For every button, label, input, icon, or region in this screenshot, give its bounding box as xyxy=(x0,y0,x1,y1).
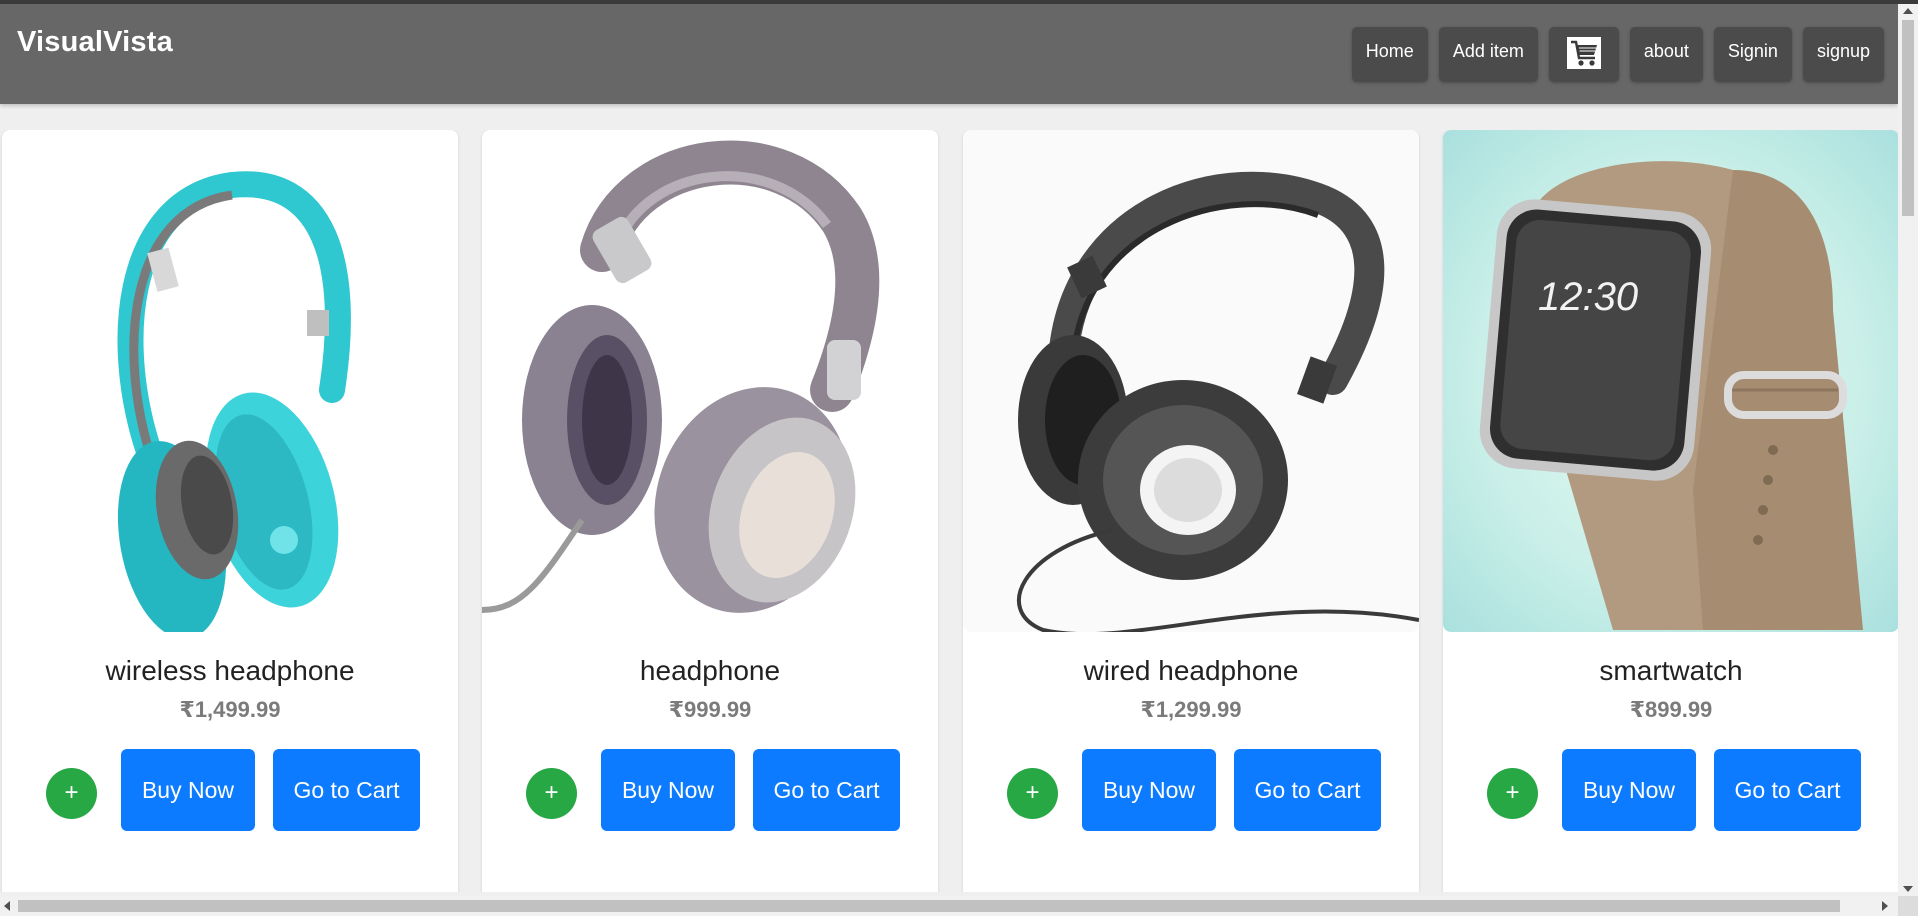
add-quantity-button[interactable]: + xyxy=(1487,768,1538,819)
product-title: headphone xyxy=(639,655,781,686)
go-to-cart-button[interactable]: Go to Cart xyxy=(1714,749,1861,831)
product-card: wireless headphone ₹1,499.99 + Buy Now G… xyxy=(2,130,458,892)
buy-now-button[interactable]: Buy Now xyxy=(1562,749,1696,831)
product-price: ₹1,499.99 xyxy=(179,697,281,722)
nav-menu: Home Add item about Signin signup xyxy=(1351,27,1884,82)
scroll-up-arrow-icon[interactable] xyxy=(1903,8,1913,14)
nav-cart-button[interactable] xyxy=(1548,27,1619,82)
nav-home-button[interactable]: Home xyxy=(1351,27,1428,82)
go-to-cart-button[interactable]: Go to Cart xyxy=(273,749,420,831)
product-title: smartwatch xyxy=(1599,655,1743,686)
go-to-cart-button[interactable]: Go to Cart xyxy=(753,749,900,831)
scroll-left-arrow-icon[interactable] xyxy=(4,901,10,911)
horizontal-scroll-thumb[interactable] xyxy=(18,900,1840,912)
buy-now-button[interactable]: Buy Now xyxy=(601,749,735,831)
product-image-wireless-headphone[interactable] xyxy=(2,130,458,632)
product-price: ₹899.99 xyxy=(1629,697,1713,722)
product-card: headphone ₹999.99 + Buy Now Go to Cart xyxy=(482,130,938,892)
buy-now-button[interactable]: Buy Now xyxy=(121,749,255,831)
product-card: wired headphone ₹1,299.99 + Buy Now Go t… xyxy=(963,130,1419,892)
product-card: 12:30 smartwatch ₹899.99 + Buy Now Go to… xyxy=(1443,130,1898,892)
product-title: wireless headphone xyxy=(105,655,355,686)
nav-signup-button[interactable]: signup xyxy=(1802,27,1884,82)
go-to-cart-button[interactable]: Go to Cart xyxy=(1234,749,1381,831)
scroll-down-arrow-icon[interactable] xyxy=(1903,886,1913,892)
add-quantity-button[interactable]: + xyxy=(526,768,577,819)
product-price: ₹999.99 xyxy=(668,697,752,722)
vertical-scroll-thumb[interactable] xyxy=(1902,20,1914,216)
product-image-headphone[interactable] xyxy=(482,130,938,632)
product-grid: wireless headphone ₹1,499.99 + Buy Now G… xyxy=(0,130,1898,892)
add-quantity-button[interactable]: + xyxy=(1007,768,1058,819)
horizontal-scrollbar[interactable] xyxy=(0,896,1918,916)
buy-now-button[interactable]: Buy Now xyxy=(1082,749,1216,831)
scrollbar-corner xyxy=(1898,896,1918,916)
product-image-smartwatch[interactable]: 12:30 xyxy=(1443,130,1898,632)
brand-logo[interactable]: VisualVista xyxy=(17,26,173,59)
shopping-cart-icon xyxy=(1566,37,1601,69)
product-title: wired headphone xyxy=(1083,655,1299,686)
top-navbar: VisualVista Home Add item about Signin s… xyxy=(0,4,1898,104)
nav-signin-button[interactable]: Signin xyxy=(1713,27,1792,82)
nav-add-item-button[interactable]: Add item xyxy=(1438,27,1538,82)
nav-about-button[interactable]: about xyxy=(1629,27,1703,82)
scroll-right-arrow-icon[interactable] xyxy=(1882,901,1888,911)
watch-face-time: 12:30 xyxy=(1538,275,1638,319)
add-quantity-button[interactable]: + xyxy=(46,768,97,819)
vertical-scrollbar[interactable] xyxy=(1898,4,1918,896)
product-price: ₹1,299.99 xyxy=(1140,697,1242,722)
product-image-wired-headphone[interactable] xyxy=(963,130,1419,632)
